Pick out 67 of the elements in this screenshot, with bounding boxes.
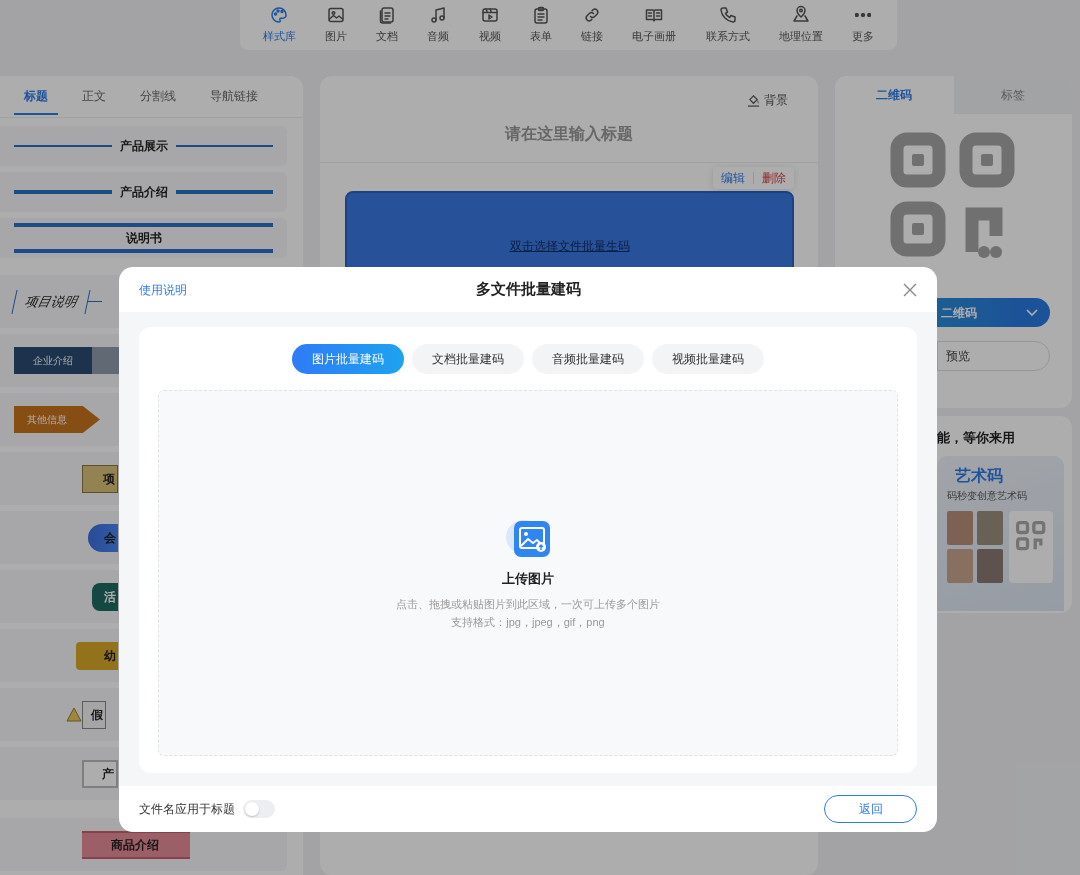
style-title: 幼 (76, 641, 118, 670)
panel-tab[interactable]: 标签 (953, 76, 1072, 114)
upload-hint: 点击、拖拽或粘贴图片到此区域，一次可上传多个图片 (396, 596, 660, 612)
style-title: 企业介绍 (14, 347, 92, 374)
art-code-promo-card[interactable]: 艺术码 码秒变创意艺术码 (937, 455, 1064, 611)
paint-bucket-icon (747, 93, 760, 107)
block-hint: 双击选择文件批量生码 (509, 238, 630, 253)
style-title: 会 (88, 523, 118, 552)
panel-tab[interactable]: 正文 (72, 78, 116, 115)
photo-placeholder (977, 548, 1003, 583)
more-icon (855, 13, 872, 18)
style-title: 产 (82, 759, 118, 788)
warning-triangle-icon (66, 707, 82, 722)
art-code-title: 艺术码 (954, 465, 1004, 486)
style-title: 其他信息 (14, 406, 100, 433)
preview-button[interactable]: 预览 (937, 341, 1050, 371)
upload-type-tab[interactable]: 图片批量建码 (292, 344, 404, 374)
toolbar-button[interactable]: 更多 (848, 3, 879, 47)
upload-type-tab[interactable]: 音频批量建码 (532, 344, 644, 374)
toolbar-button[interactable]: 图片 (320, 3, 351, 47)
toolbar-button[interactable]: 视频 (474, 3, 505, 47)
panel-tab[interactable]: 分割线 (130, 78, 186, 115)
promo-title: 能，等你来用 (937, 429, 1016, 447)
close-icon (903, 283, 917, 298)
style-title: 产品介绍 (118, 184, 169, 201)
photo-placeholder (947, 510, 973, 545)
style-title: 假 (82, 700, 106, 729)
dialog-title: 多文件批量建码 (475, 279, 581, 300)
delete-link[interactable]: 删除 (762, 169, 786, 187)
upload-type-tab[interactable]: 文档批量建码 (412, 344, 524, 374)
toolbar-button[interactable]: 样式库 (258, 3, 300, 47)
upload-type-tab[interactable]: 视频批量建码 (652, 344, 764, 374)
style-option[interactable]: 产品介绍 (0, 172, 287, 212)
toolbar-button[interactable]: 音频 (423, 3, 454, 47)
toggle-label: 文件名应用于标题 (139, 801, 235, 818)
toolbar-button[interactable]: 电子画册 (628, 3, 681, 47)
style-title: 项 (82, 464, 118, 493)
photo-placeholder (977, 510, 1003, 545)
chevron-down-icon (1026, 309, 1038, 318)
upload-title: 上传图片 (502, 570, 554, 589)
style-title: 活 (92, 582, 118, 611)
filename-toggle[interactable] (243, 800, 275, 818)
toolbar-button[interactable]: 表单 (525, 3, 556, 47)
style-option[interactable]: 说明书 (0, 218, 287, 258)
photo-placeholder (947, 548, 973, 583)
toolbar-button[interactable]: 地理位置 (775, 3, 827, 47)
style-title: 项目说明 (11, 289, 91, 314)
edit-link[interactable]: 编辑 (721, 169, 745, 187)
palette-icon (269, 5, 290, 26)
panel-tab[interactable]: 标题 (14, 78, 58, 115)
help-link[interactable]: 使用说明 (139, 280, 187, 299)
style-option[interactable]: 产品展示 (0, 126, 287, 166)
dropdown-button[interactable] (1014, 298, 1050, 327)
toolbar-button[interactable]: 联系方式 (701, 3, 754, 47)
toolbar-button[interactable]: 链接 (577, 3, 608, 47)
art-code-subtitle: 码秒变创意艺术码 (947, 488, 1028, 503)
style-title: 说明书 (124, 230, 163, 247)
upload-drop-zone[interactable]: 上传图片 点击、拖拽或粘贴图片到此区域，一次可上传多个图片 支持格式：jpg，jpeg，gif，png (158, 390, 898, 756)
background-button[interactable]: 背景 (741, 90, 794, 110)
style-title: 商品介绍 (82, 830, 190, 859)
upload-formats: 支持格式：jpg，jpeg，gif，png (451, 614, 605, 630)
panel-tab[interactable]: 导航链接 (200, 78, 268, 115)
toolbar-button[interactable]: 文档 (372, 3, 403, 47)
back-button[interactable]: 返回 (824, 795, 917, 823)
style-title: 产品展示 (118, 138, 169, 155)
phone-icon (717, 5, 738, 26)
generate-qr-button[interactable]: 二维码 (937, 298, 1014, 327)
